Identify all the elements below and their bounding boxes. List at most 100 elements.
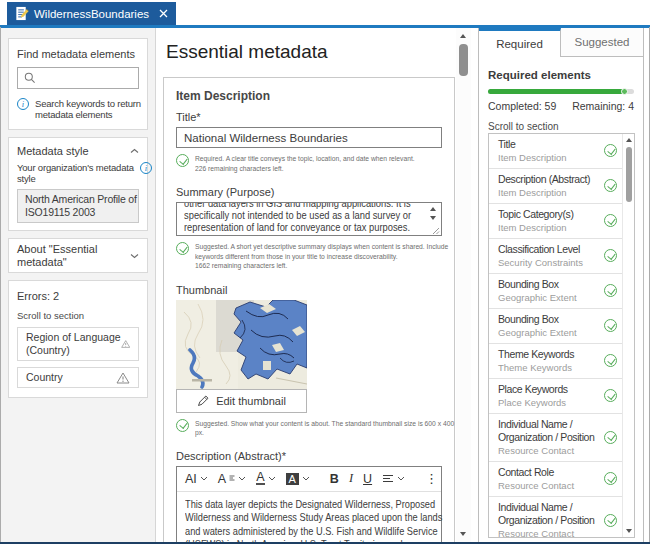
scroll-down-arrow[interactable]: [460, 532, 466, 536]
summary-label: Summary (Purpose): [176, 186, 442, 199]
scroll-down-arrow[interactable]: [626, 529, 632, 533]
right-panel-tabs: Required Suggested: [479, 28, 643, 57]
scroll-up-arrow[interactable]: [460, 34, 466, 38]
section-list-item[interactable]: Contact Role Resource Contact: [489, 462, 622, 497]
title-hint: Required. A clear title conveys the topi…: [195, 154, 415, 173]
document-icon: [14, 6, 29, 21]
warning-icon: [121, 338, 130, 350]
description-text[interactable]: This data layer depicts the Designated W…: [177, 492, 441, 543]
description-editor: AI A A A B I U ⋮ This data layer: [176, 466, 442, 543]
thumbnail-hint: Suggested. Show what your content is abo…: [195, 419, 454, 438]
thumbnail-label: Thumbnail: [176, 284, 442, 297]
section-list-item[interactable]: Classification Level Security Constraint…: [489, 239, 622, 274]
metadata-style-card: Metadata style Your organization's metad…: [8, 137, 148, 231]
errors-card: Errors: 2 Scroll to section Region of La…: [8, 280, 148, 398]
section-list-item[interactable]: Individual Name /Organization / Position…: [489, 497, 622, 538]
description-label: Description (Abstract)*: [176, 450, 442, 463]
more-options-button[interactable]: ⋮: [425, 471, 440, 486]
section-list-item[interactable]: Bounding Box Geographic Extent: [489, 309, 622, 344]
search-input[interactable]: [17, 67, 139, 89]
title-label: Title*: [176, 111, 442, 124]
tab-title: WildernessBoundaries: [34, 8, 149, 20]
metadata-style-value[interactable]: North American Profile of ISO19115 2003: [17, 189, 139, 223]
completed-count: Completed: 59: [488, 100, 556, 112]
info-icon: i: [140, 162, 152, 174]
tab-required[interactable]: Required: [479, 28, 561, 57]
section-list-item[interactable]: Place Keywords Place Keywords: [489, 379, 622, 414]
editor-toolbar: AI A A A B I U ⋮: [177, 467, 441, 492]
right-panel: Required Suggested Required elements Com…: [478, 28, 644, 542]
left-sidebar: Find metadata elements i Search keywords…: [1, 28, 156, 542]
remaining-count: Remaining: 4: [572, 100, 634, 112]
tab-suggested[interactable]: Suggested: [561, 28, 643, 57]
check-icon: [604, 144, 617, 157]
check-icon: [604, 214, 617, 227]
align-icon: [382, 474, 394, 483]
size-lines-icon: [229, 475, 235, 482]
section-list-item[interactable]: Theme Keywords Theme Keywords: [489, 344, 622, 379]
section-list-item[interactable]: Topic Category(s) Item Description: [489, 204, 622, 239]
main-scrollbar[interactable]: [456, 28, 471, 542]
find-card-title: Find metadata elements: [17, 48, 139, 60]
text-color-dropdown[interactable]: A: [256, 472, 275, 485]
metadata-style-title: Metadata style: [17, 145, 89, 157]
scrollbar-thumb[interactable]: [626, 147, 632, 202]
highlight-color-dropdown[interactable]: A: [286, 473, 310, 485]
scroll-up-arrow[interactable]: [626, 138, 632, 142]
search-hint: Search keywords to return metadata eleme…: [35, 98, 141, 120]
window-border: [0, 27, 1, 543]
errors-title: Errors: 2: [17, 290, 139, 302]
chevron-down-icon[interactable]: [130, 253, 139, 259]
page-title: Essential metadata: [166, 41, 456, 63]
check-icon: [176, 419, 189, 432]
align-dropdown[interactable]: [382, 474, 405, 483]
underline-button[interactable]: U: [363, 472, 372, 486]
item-description-card: Item Description Title* Required. A clea…: [163, 77, 455, 542]
check-icon: [604, 389, 617, 402]
section-list-item[interactable]: Individual Name /Organization / Position…: [489, 414, 622, 462]
summary-scrollbar[interactable]: [428, 203, 440, 235]
italic-button[interactable]: I: [349, 471, 353, 486]
edit-thumbnail-button[interactable]: Edit thumbnail: [176, 389, 307, 413]
section-list-item[interactable]: Bounding Box Geographic Extent: [489, 274, 622, 309]
summary-hint: Suggested. A short yet descriptive summa…: [195, 242, 448, 271]
search-icon: [24, 72, 36, 84]
window-border: [0, 542, 650, 544]
summary-textarea[interactable]: other data layers in GIS and mapping app…: [176, 202, 442, 236]
thumbnail-image: [176, 300, 307, 389]
section-title: Item Description: [176, 89, 442, 103]
check-icon: [604, 514, 617, 527]
close-icon[interactable]: [158, 8, 169, 19]
check-icon: [604, 431, 617, 444]
section-list-item[interactable]: Title Item Description: [489, 134, 622, 169]
check-icon: [604, 284, 617, 297]
font-family-dropdown[interactable]: AI: [185, 472, 208, 486]
scrollbar-thumb[interactable]: [459, 44, 468, 76]
check-icon: [604, 179, 617, 192]
section-list-scrollbar[interactable]: [622, 134, 634, 537]
warning-icon: [116, 372, 130, 384]
chevron-up-icon[interactable]: [130, 148, 139, 154]
pencil-icon: [197, 395, 209, 407]
font-size-dropdown[interactable]: A: [218, 472, 246, 486]
scroll-to-section-label: Scroll to section: [488, 121, 634, 132]
info-icon: i: [17, 98, 29, 110]
resize-grip-icon[interactable]: [432, 227, 440, 235]
bold-button[interactable]: B: [330, 472, 339, 486]
error-item[interactable]: Region of Language(Country): [17, 327, 139, 361]
title-input[interactable]: [176, 127, 442, 148]
find-metadata-card: Find metadata elements i Search keywords…: [8, 38, 148, 130]
section-list: Title Item Description Description (Abst…: [488, 133, 635, 538]
main-content: Essential metadata Item Description Titl…: [157, 28, 456, 542]
check-icon: [176, 242, 189, 255]
errors-scroll-label: Scroll to section: [17, 310, 139, 321]
check-icon: [176, 154, 189, 167]
error-item[interactable]: Country: [17, 367, 139, 388]
progress-bar: [488, 89, 634, 94]
check-icon: [604, 354, 617, 367]
progress-knob: [621, 88, 628, 95]
section-list-item[interactable]: Description (Abstract) Item Description: [489, 169, 622, 204]
check-icon: [604, 472, 617, 485]
about-card[interactable]: About "Essential metadata": [8, 238, 148, 273]
document-tab[interactable]: WildernessBoundaries: [7, 2, 176, 25]
